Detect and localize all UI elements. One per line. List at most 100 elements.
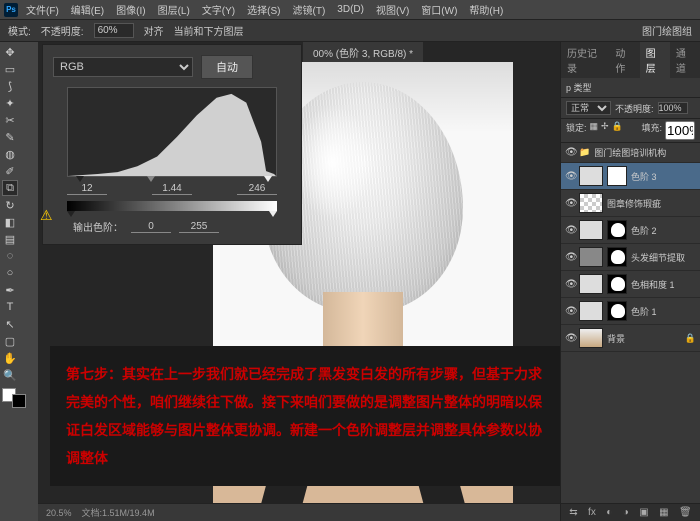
menu-layer[interactable]: 图层(L) (158, 2, 190, 17)
history-tool[interactable]: ↻ (2, 197, 18, 213)
channel-select[interactable]: RGB (53, 57, 193, 77)
menu-edit[interactable]: 编辑(E) (71, 2, 104, 17)
visibility-icon[interactable]: 👁 (565, 306, 575, 317)
trash-icon[interactable]: 🗑 (679, 507, 692, 518)
histogram[interactable] (67, 87, 277, 177)
tab-channels[interactable]: 通道 (670, 42, 700, 78)
fx-icon[interactable]: fx (588, 507, 596, 518)
layer-row[interactable]: 👁 色阶 1 (561, 298, 700, 325)
menu-image[interactable]: 图像(I) (116, 2, 145, 17)
hand-tool[interactable]: ✋ (2, 350, 18, 366)
visibility-icon[interactable]: 👁 (565, 171, 575, 182)
visibility-icon[interactable]: 👁 (565, 333, 575, 344)
opacity-input[interactable] (94, 23, 134, 38)
zoom-tool[interactable]: 🔍 (2, 367, 18, 383)
wand-tool[interactable]: ✦ (2, 95, 18, 111)
shadow-input[interactable] (67, 183, 107, 195)
link-icon[interactable]: ⇆ (569, 507, 577, 518)
menu-view[interactable]: 视图(V) (376, 2, 409, 17)
highlight-input[interactable] (237, 183, 277, 195)
visibility-icon[interactable]: 👁 (565, 279, 575, 290)
align-label[interactable]: 对齐 (144, 23, 164, 38)
document-tab[interactable]: 00% (色阶 3, RGB/8) * (303, 42, 423, 64)
dodge-tool[interactable]: ○ (2, 265, 18, 281)
group-icon[interactable]: ▣ (639, 507, 648, 518)
menu-type[interactable]: 文字(Y) (202, 2, 235, 17)
out-lo-slider[interactable] (67, 211, 75, 217)
sample-label[interactable]: 当前和下方图层 (174, 23, 244, 38)
new-layer-icon[interactable]: ▦ (659, 507, 668, 518)
visibility-icon[interactable]: 👁 (565, 225, 575, 236)
lock-all-icon[interactable]: 🔒 (612, 121, 623, 140)
layer-thumb[interactable] (579, 301, 603, 321)
layer-row[interactable]: 👁 色相和度 1 (561, 271, 700, 298)
panel-toggle[interactable]: 图门绘图组 (642, 23, 692, 38)
out-hi-slider[interactable] (269, 211, 277, 217)
layer-group[interactable]: 👁 📁 图门绘图培训机构 (561, 143, 700, 163)
eyedrop-tool[interactable]: ✎ (2, 129, 18, 145)
clone-tool[interactable]: ⧉ (2, 180, 18, 196)
tab-history[interactable]: 历史记录 (561, 42, 609, 78)
layer-opacity-input[interactable] (658, 102, 688, 114)
layer-thumb[interactable] (579, 220, 603, 240)
out-lo-input[interactable] (131, 221, 171, 233)
menu-3d[interactable]: 3D(D) (337, 4, 364, 15)
menu-window[interactable]: 窗口(W) (421, 2, 457, 17)
layer-thumb[interactable] (579, 193, 603, 213)
heal-tool[interactable]: ◍ (2, 146, 18, 162)
layer-row[interactable]: 👁 色阶 3 (561, 163, 700, 190)
blend-select[interactable]: 正常 (566, 101, 611, 115)
layer-thumb[interactable] (579, 247, 603, 267)
layer-mask[interactable] (607, 247, 627, 267)
auto-button[interactable]: 自动 (201, 55, 253, 79)
kind-filter[interactable]: p 类型 (566, 81, 592, 94)
menu-file[interactable]: 文件(F) (26, 2, 59, 17)
lasso-tool[interactable]: ⟆ (2, 78, 18, 94)
mid-input[interactable] (152, 183, 192, 195)
color-swatch[interactable] (2, 388, 26, 408)
lock-pixels-icon[interactable]: ▦ (590, 121, 599, 140)
zoom-value[interactable]: 20.5% (46, 508, 72, 518)
blur-tool[interactable]: ◌ (2, 248, 18, 264)
eraser-tool[interactable]: ◧ (2, 214, 18, 230)
crop-tool[interactable]: ✂ (2, 112, 18, 128)
menu-help[interactable]: 帮助(H) (469, 2, 503, 17)
tab-actions[interactable]: 动作 (609, 42, 639, 78)
out-hi-input[interactable] (179, 221, 219, 233)
gradient-tool[interactable]: ▤ (2, 231, 18, 247)
fill-input[interactable] (665, 121, 695, 140)
tab-layers[interactable]: 图层 (640, 42, 670, 78)
menu-select[interactable]: 选择(S) (247, 2, 280, 17)
layer-row[interactable]: 👁 背景 🔒 (561, 325, 700, 352)
adjust-icon[interactable]: ◑ (623, 507, 629, 518)
layer-thumb[interactable] (579, 328, 603, 348)
layer-row[interactable]: 👁 图章修饰瑕疵 (561, 190, 700, 217)
visibility-icon[interactable]: 👁 (565, 252, 575, 263)
marquee-tool[interactable]: ▭ (2, 61, 18, 77)
mid-slider[interactable] (147, 176, 155, 182)
visibility-icon[interactable]: 👁 (565, 147, 575, 158)
pen-tool[interactable]: ✒ (2, 282, 18, 298)
mask-icon[interactable]: ◐ (606, 507, 612, 518)
type-tool[interactable]: T (2, 299, 18, 315)
lock-position-icon[interactable]: ✢ (601, 121, 609, 140)
layer-mask[interactable] (607, 166, 627, 186)
shape-tool[interactable]: ▢ (2, 333, 18, 349)
brush-tool[interactable]: ✐ (2, 163, 18, 179)
path-tool[interactable]: ↖ (2, 316, 18, 332)
output-gradient[interactable] (67, 201, 277, 211)
layer-mask[interactable] (607, 220, 627, 240)
move-tool[interactable]: ✥ (2, 44, 18, 60)
warning-icon[interactable]: ⚠ (40, 207, 53, 224)
layer-thumb[interactable] (579, 166, 603, 186)
menu-filter[interactable]: 滤镜(T) (293, 2, 326, 17)
layer-row[interactable]: 👁 色阶 2 (561, 217, 700, 244)
layer-thumb[interactable] (579, 274, 603, 294)
layer-mask[interactable] (607, 274, 627, 294)
layer-row[interactable]: 👁 头发细节提取 (561, 244, 700, 271)
visibility-icon[interactable]: 👁 (565, 198, 575, 209)
shadow-slider[interactable] (76, 176, 84, 182)
highlight-slider[interactable] (264, 176, 272, 182)
doc-info[interactable]: 文档:1.51M/19.4M (82, 506, 155, 519)
layer-mask[interactable] (607, 301, 627, 321)
